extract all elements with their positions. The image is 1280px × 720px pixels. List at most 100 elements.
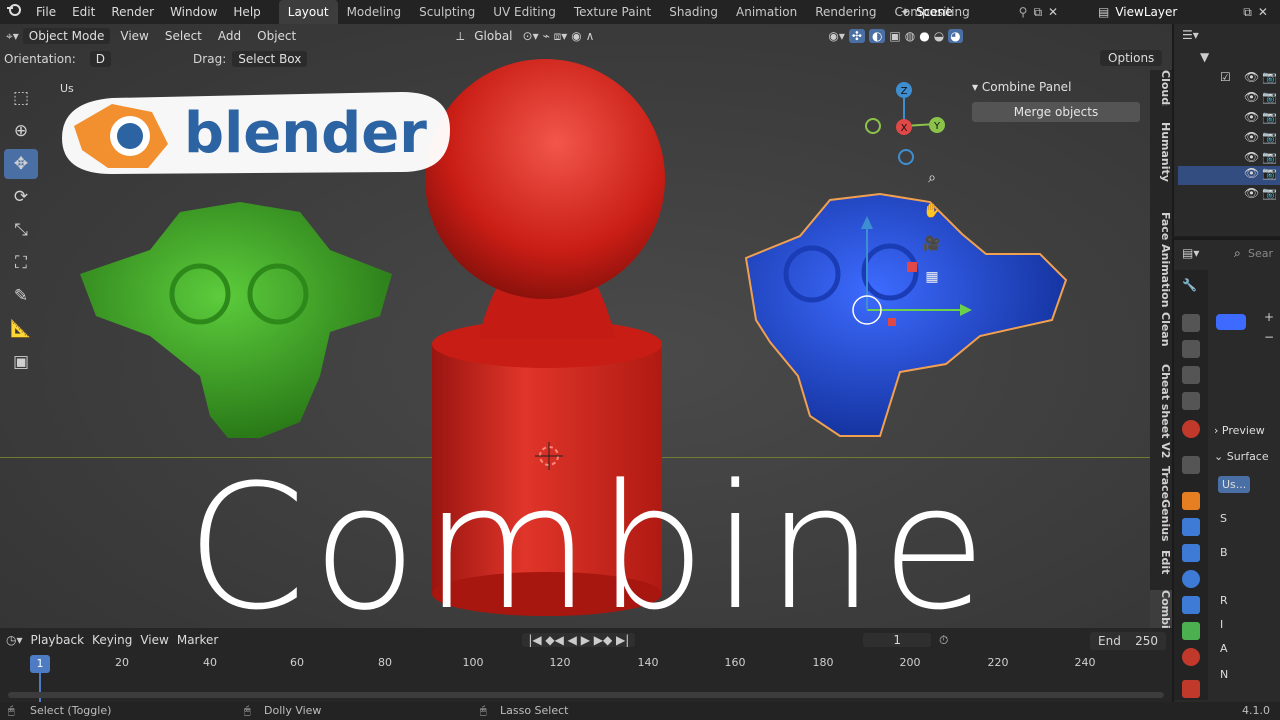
camera-icon[interactable]: 📷	[1262, 130, 1277, 144]
tool-tab-icon[interactable]: 🔧	[1182, 278, 1200, 296]
camera-icon[interactable]: 📷	[1262, 150, 1277, 164]
camera-icon[interactable]: 📷	[1262, 70, 1277, 84]
eye-icon[interactable]: 👁	[1244, 130, 1259, 144]
ortho-grid-icon[interactable]: ▦	[918, 263, 946, 291]
properties-editor[interactable]: ▤▾ ⌕ Sear 🔧 + − › Preview ⌄ Surface Us..…	[1172, 238, 1280, 702]
sidebar-tab-edit[interactable]: Edit	[1150, 550, 1172, 574]
particles-tab-icon[interactable]	[1182, 544, 1200, 562]
merge-objects-button[interactable]: Merge objects	[972, 102, 1140, 122]
outliner-row[interactable]: 👁 📷	[1178, 90, 1280, 109]
sidebar-tab-humanity[interactable]: Humanity	[1150, 122, 1172, 182]
view-layer-name[interactable]: ViewLayer	[1115, 5, 1177, 19]
menu-render[interactable]: Render	[103, 0, 162, 24]
outliner-row-selected[interactable]: 👁 📷	[1178, 166, 1280, 185]
modifier-tab-icon[interactable]	[1182, 518, 1200, 536]
tab-sculpting[interactable]: Sculpting	[410, 0, 484, 24]
sidebar-tab-tracegenius[interactable]: TraceGenius	[1150, 466, 1172, 542]
3d-viewport[interactable]: ⌖▾ Object Mode View Select Add Object ⟂ …	[0, 24, 1172, 628]
menu-window[interactable]: Window	[162, 0, 225, 24]
tab-rendering[interactable]: Rendering	[806, 0, 885, 24]
camera-view-icon[interactable]: 🎥	[918, 230, 946, 258]
delete-scene-icon[interactable]: ✕	[1048, 5, 1058, 19]
sidebar-tab-face-animation[interactable]: Face Animation	[1150, 212, 1172, 308]
outliner-row[interactable]: 👁 📷	[1178, 110, 1280, 129]
tab-layout[interactable]: Layout	[278, 0, 338, 24]
menu-edit[interactable]: Edit	[64, 0, 103, 24]
view-layer-selector[interactable]: ▤ ViewLayer ⧉ ✕	[1092, 0, 1280, 24]
remove-slot-icon[interactable]: −	[1264, 330, 1274, 344]
checkbox-icon[interactable]: ☑	[1220, 70, 1231, 84]
blender-menu-icon[interactable]	[0, 0, 28, 24]
zoom-icon[interactable]: ⌕	[918, 164, 946, 192]
physics-tab-icon[interactable]	[1182, 570, 1200, 588]
texture-tab-icon[interactable]	[1182, 680, 1200, 698]
camera-icon[interactable]: 📷	[1262, 110, 1277, 124]
new-view-layer-icon[interactable]: ⧉	[1243, 5, 1252, 20]
material-slot[interactable]	[1216, 314, 1246, 330]
menu-file[interactable]: File	[28, 0, 64, 24]
outliner-header: ☰▾	[1182, 28, 1199, 42]
tab-texture-paint[interactable]: Texture Paint	[565, 0, 660, 24]
menu-help[interactable]: Help	[225, 0, 268, 24]
eye-icon[interactable]: 👁	[1244, 166, 1259, 180]
camera-icon[interactable]: 📷	[1262, 186, 1277, 200]
tab-modeling[interactable]: Modeling	[338, 0, 411, 24]
world-tab-icon[interactable]	[1182, 420, 1200, 438]
collection-tab-icon[interactable]	[1182, 456, 1200, 474]
camera-icon[interactable]: 📷	[1262, 90, 1277, 104]
tab-uv-editing[interactable]: UV Editing	[484, 0, 565, 24]
properties-search[interactable]: Sear	[1248, 247, 1273, 260]
new-scene-icon[interactable]: ⧉	[1033, 5, 1042, 20]
render-tab-icon[interactable]	[1182, 314, 1200, 332]
timeline-marker[interactable]: Marker	[177, 633, 218, 647]
object-tab-icon[interactable]	[1182, 492, 1200, 510]
stopwatch-icon[interactable]: ⏱	[939, 633, 948, 648]
timeline-view[interactable]: View	[140, 633, 168, 647]
monkey-green[interactable]	[80, 202, 392, 438]
clock-icon[interactable]: ◷▾	[6, 633, 23, 647]
eye-icon[interactable]: 👁	[1244, 150, 1259, 164]
scene-name[interactable]: Scene	[916, 5, 953, 19]
outliner-row[interactable]: 👁 📷	[1178, 186, 1280, 205]
material-tab-icon[interactable]	[1182, 648, 1200, 666]
eye-icon[interactable]: 👁	[1244, 186, 1259, 200]
timeline-playback[interactable]: Playback	[31, 633, 85, 647]
eye-icon[interactable]: 👁	[1244, 110, 1259, 124]
data-tab-icon[interactable]	[1182, 622, 1200, 640]
filter-icon[interactable]: ▼	[1200, 50, 1209, 64]
use-nodes-button[interactable]: Us...	[1218, 476, 1251, 493]
scene-selector[interactable]: ✦ Scene ⚲ ⧉ ✕	[900, 0, 1090, 24]
timeline-keying[interactable]: Keying	[92, 633, 132, 647]
monkey-blue[interactable]	[744, 192, 1068, 437]
outliner[interactable]: ☰▾ ▼ ☑ 👁 📷 👁 📷 👁 📷 👁 📷 👁 📷 👁 📷 👁 📷	[1172, 24, 1280, 236]
eye-icon[interactable]: 👁	[1244, 70, 1259, 84]
tab-shading[interactable]: Shading	[660, 0, 727, 24]
surface-section[interactable]: ⌄ Surface	[1214, 450, 1269, 463]
playback-controls[interactable]: |◀ ◆◀ ◀ ▶ ▶◆ ▶|	[522, 633, 636, 647]
timeline-ruler[interactable]: 20 40 60 80 100 120 140 160 180 200 220 …	[0, 654, 1172, 674]
sidebar-tab-clouds[interactable]: Clouds	[1150, 70, 1172, 106]
current-frame-field[interactable]: 1	[863, 633, 931, 647]
sidebar-tab-combine[interactable]: Combine	[1150, 590, 1172, 628]
outliner-row[interactable]: 👁 📷	[1178, 130, 1280, 149]
delete-view-layer-icon[interactable]: ✕	[1258, 5, 1268, 19]
camera-icon[interactable]: 📷	[1262, 166, 1277, 180]
scene-tab-icon[interactable]	[1182, 392, 1200, 410]
tab-animation[interactable]: Animation	[727, 0, 806, 24]
timeline-scrollbar[interactable]	[8, 692, 1164, 698]
playhead[interactable]: 1	[30, 655, 50, 673]
combine-panel-header[interactable]: ▾ Combine Panel	[966, 76, 1146, 98]
constraints-tab-icon[interactable]	[1182, 596, 1200, 614]
add-slot-icon[interactable]: +	[1264, 310, 1274, 324]
pan-hand-icon[interactable]: ✋	[918, 197, 946, 225]
end-frame-field[interactable]: End 250	[1090, 632, 1166, 650]
timeline[interactable]: ◷▾ Playback Keying View Marker |◀ ◆◀ ◀ ▶…	[0, 628, 1172, 702]
sidebar-tab-clean[interactable]: Clean	[1150, 312, 1172, 347]
output-tab-icon[interactable]	[1182, 340, 1200, 358]
outliner-row[interactable]: ☑ 👁 📷	[1178, 70, 1280, 89]
sidebar-tab-cheat-sheet[interactable]: Cheat sheet V2	[1150, 364, 1172, 458]
eye-icon[interactable]: 👁	[1244, 90, 1259, 104]
view-layer-tab-icon[interactable]	[1182, 366, 1200, 384]
pin-icon[interactable]: ⚲	[1019, 5, 1028, 19]
preview-section[interactable]: › Preview	[1214, 424, 1265, 437]
